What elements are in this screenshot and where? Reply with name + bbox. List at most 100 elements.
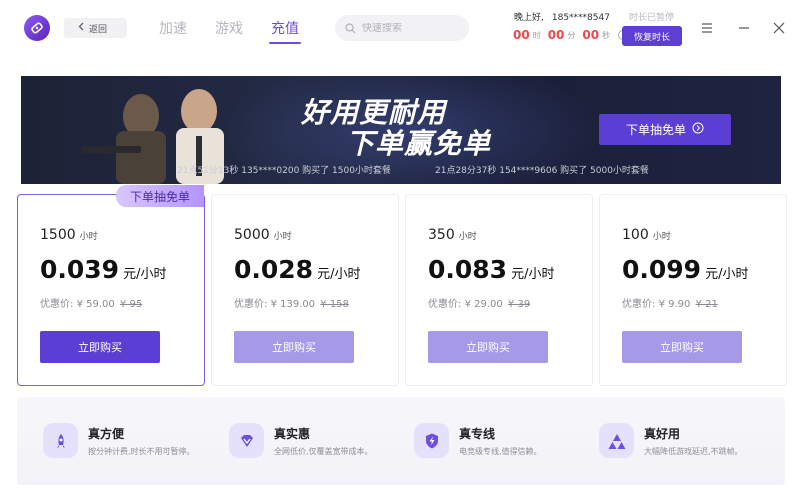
chevron-left-icon [78,22,84,34]
title-bar: 返回 加速 游戏 充值 晚上好, 185****8547 时长已暂停 00 时 0… [0,0,800,58]
main-nav: 加速 游戏 充值 [159,18,301,44]
plan-hours-unit: 小时 [273,232,292,242]
plan-hours-value: 5000 [234,227,270,243]
circle-arrow-right-icon [692,122,704,137]
banner-subtitle: 下单赢免单 [346,127,492,160]
original-price: ¥ 158 [320,299,349,310]
timer-minutes-unit: 分 [567,30,576,40]
user-phone: 185****8547 [551,13,610,23]
plan-price-value: 0.099 [622,255,702,284]
feature-affordable: 真实惠 全网低价,仅覆盖宽带成本。 [229,423,373,458]
feature-desc: 大幅降低游戏延迟,不跳帧。 [644,447,743,456]
discount-price: ¥ 29.00 [464,299,503,310]
original-price: ¥ 95 [119,299,143,310]
lightning-shield-icon [414,423,449,458]
plan-price-value: 0.083 [428,255,508,284]
promo-badge: 下单抽免单 [116,185,204,207]
feature-dedicated-line: 真专线 电竞级专线,值得信赖。 [414,423,542,458]
triangles-icon [599,423,634,458]
plan-hours-value: 100 [622,227,649,243]
discount-label: 优惠价: [40,299,74,310]
back-button[interactable]: 返回 [64,18,127,38]
timer-seconds-unit: 秒 [602,30,611,40]
plan-discount: 优惠价: ¥ 139.00 ¥ 158 [234,295,349,310]
plan-hours: 100 小时 [622,227,671,243]
plan-price-unit: 元/小时 [511,267,555,282]
discount-price: ¥ 59.00 [76,299,115,310]
feature-convenient: 真方便 按分钟计费,时长不用可暂停。 [43,423,195,458]
promo-banner[interactable]: 好用更耐用 下单赢免单 下单抽免单 21点51分13秒 135****0200 … [21,76,781,184]
resume-time-button[interactable]: 恢复时长 [622,26,682,46]
plan-price-unit: 元/小时 [705,267,749,282]
discount-label: 优惠价: [234,299,268,310]
plan-card-350[interactable]: 350 小时 0.083 元/小时 优惠价: ¥ 29.00 ¥ 39 立即购买 [406,195,592,385]
plan-discount: 优惠价: ¥ 29.00 ¥ 39 [428,295,530,310]
buy-button[interactable]: 立即购买 [234,331,354,363]
plan-unit-price: 0.083 元/小时 [428,255,554,284]
plan-card-100[interactable]: 100 小时 0.099 元/小时 优惠价: ¥ 9.90 ¥ 21 立即购买 [600,195,786,385]
purchase-ticker-2: 21点28分37秒 154****9606 购买了 5000小时套餐 [435,166,649,176]
buy-button[interactable]: 立即购买 [622,331,742,363]
plan-price-value: 0.039 [40,255,120,284]
plan-unit-price: 0.028 元/小时 [234,255,360,284]
discount-price: ¥ 139.00 [270,299,316,310]
banner-cta-label: 下单抽免单 [625,123,686,137]
feature-title: 真好用 [644,427,681,441]
plan-unit-price: 0.039 元/小时 [40,255,166,284]
feature-title: 真实惠 [274,427,311,441]
diamond-icon [229,423,264,458]
banner-cta-button[interactable]: 下单抽免单 [599,114,731,145]
timer-minutes: 00 [547,28,565,42]
plan-hours: 1500 小时 [40,227,98,243]
minimize-icon[interactable] [737,20,751,34]
plan-card-1500[interactable]: 下单抽免单 1500 小时 0.039 元/小时 优惠价: ¥ 59.00 ¥ 95… [18,185,204,385]
tab-recharge[interactable]: 充值 [269,18,301,44]
app-logo-icon [24,15,50,41]
greeting: 晚上好, 185****8547 [514,10,610,23]
discount-label: 优惠价: [428,299,462,310]
feature-desc: 电竞级专线,值得信赖。 [459,447,542,456]
plan-hours-value: 1500 [40,227,76,243]
search-input[interactable] [362,22,462,34]
plan-discount: 优惠价: ¥ 59.00 ¥ 95 [40,295,142,310]
feature-title: 真方便 [88,427,125,441]
discount-price: ¥ 9.90 [658,299,691,310]
discount-label: 优惠价: [622,299,656,310]
plan-unit-price: 0.099 元/小时 [622,255,748,284]
plan-hours-value: 350 [428,227,455,243]
timer-hours-unit: 时 [532,30,541,40]
buy-button[interactable]: 立即购买 [428,331,548,363]
plan-price-unit: 元/小时 [317,267,361,282]
plan-discount: 优惠价: ¥ 9.90 ¥ 21 [622,295,718,310]
plan-hours: 350 小时 [428,227,477,243]
features-panel: 真方便 按分钟计费,时长不用可暂停。 真实惠 全网低价,仅覆盖宽带成本。 真专线… [17,397,785,485]
search-icon [345,19,356,38]
plan-card-5000[interactable]: 5000 小时 0.028 元/小时 优惠价: ¥ 139.00 ¥ 158 立即购… [212,195,398,385]
plan-hours: 5000 小时 [234,227,292,243]
back-label: 返回 [89,24,108,35]
paused-status: 时长已暂停 [629,13,675,23]
timer-seconds: 00 [582,28,600,42]
original-price: ¥ 39 [507,299,531,310]
feature-easy-to-use: 真好用 大幅降低游戏延迟,不跳帧。 [599,423,743,458]
plan-price-unit: 元/小时 [123,267,167,282]
feature-desc: 按分钟计费,时长不用可暂停。 [88,447,195,456]
tab-accelerate[interactable]: 加速 [159,18,187,42]
buy-button[interactable]: 立即购买 [40,331,160,363]
remaining-timer: 00 时 00 分 00 秒 [513,28,629,42]
close-icon[interactable] [772,20,786,34]
plan-price-value: 0.028 [234,255,314,284]
plan-hours-unit: 小时 [652,232,671,242]
timer-hours: 00 [513,28,530,42]
plan-hours-unit: 小时 [458,232,477,242]
greeting-text: 晚上好, [514,13,544,23]
tab-games[interactable]: 游戏 [215,18,243,42]
plan-hours-unit: 小时 [79,232,98,242]
original-price: ¥ 21 [695,299,718,310]
search-box[interactable] [335,15,469,41]
purchase-ticker-1: 21点51分13秒 135****0200 购买了 1500小时套餐 [177,166,391,176]
rocket-icon [43,423,78,458]
menu-icon[interactable] [700,20,714,34]
feature-title: 真专线 [459,427,496,441]
feature-desc: 全网低价,仅覆盖宽带成本。 [274,447,373,456]
